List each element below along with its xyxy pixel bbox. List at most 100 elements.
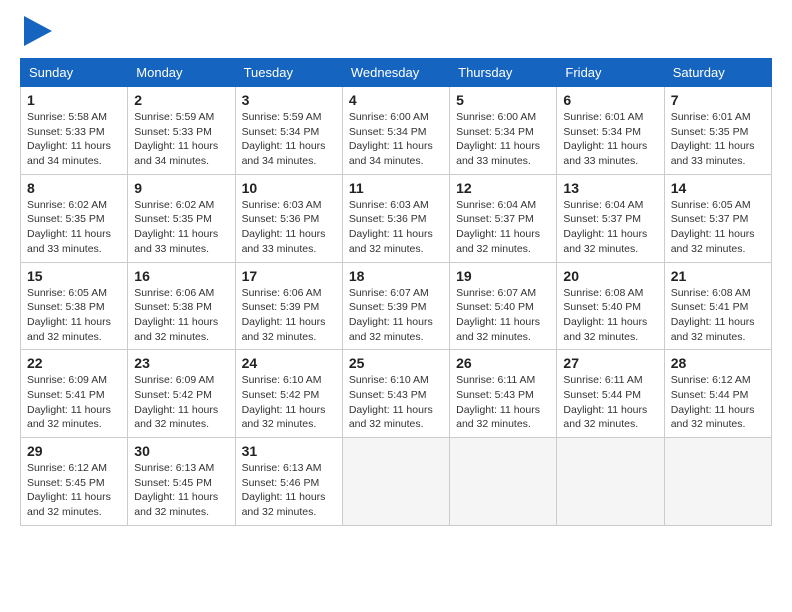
cell-content: Sunrise: 6:03 AMSunset: 5:36 PMDaylight:… <box>349 198 443 257</box>
day-number: 18 <box>349 268 443 284</box>
logo-arrow-icon <box>24 16 52 46</box>
day-number: 29 <box>27 443 121 459</box>
calendar-day-cell <box>450 438 557 526</box>
calendar-day-cell <box>557 438 664 526</box>
cell-content: Sunrise: 6:09 AMSunset: 5:41 PMDaylight:… <box>27 373 121 432</box>
cell-content: Sunrise: 6:07 AMSunset: 5:39 PMDaylight:… <box>349 286 443 345</box>
calendar-day-cell: 4 Sunrise: 6:00 AMSunset: 5:34 PMDayligh… <box>342 87 449 175</box>
calendar-day-cell: 11 Sunrise: 6:03 AMSunset: 5:36 PMDaylig… <box>342 174 449 262</box>
day-number: 6 <box>563 92 657 108</box>
cell-content: Sunrise: 6:00 AMSunset: 5:34 PMDaylight:… <box>456 110 550 169</box>
day-number: 22 <box>27 355 121 371</box>
cell-content: Sunrise: 6:05 AMSunset: 5:38 PMDaylight:… <box>27 286 121 345</box>
cell-content: Sunrise: 6:01 AMSunset: 5:35 PMDaylight:… <box>671 110 765 169</box>
calendar-day-cell: 13 Sunrise: 6:04 AMSunset: 5:37 PMDaylig… <box>557 174 664 262</box>
calendar-day-cell: 10 Sunrise: 6:03 AMSunset: 5:36 PMDaylig… <box>235 174 342 262</box>
cell-content: Sunrise: 6:10 AMSunset: 5:42 PMDaylight:… <box>242 373 336 432</box>
cell-content: Sunrise: 5:58 AMSunset: 5:33 PMDaylight:… <box>27 110 121 169</box>
cell-content: Sunrise: 6:13 AMSunset: 5:45 PMDaylight:… <box>134 461 228 520</box>
day-number: 21 <box>671 268 765 284</box>
cell-content: Sunrise: 6:08 AMSunset: 5:41 PMDaylight:… <box>671 286 765 345</box>
page-header <box>20 20 772 46</box>
calendar-week-row: 15 Sunrise: 6:05 AMSunset: 5:38 PMDaylig… <box>21 262 772 350</box>
weekday-header-cell: Thursday <box>450 59 557 87</box>
cell-content: Sunrise: 6:08 AMSunset: 5:40 PMDaylight:… <box>563 286 657 345</box>
logo <box>20 20 52 46</box>
calendar-day-cell: 26 Sunrise: 6:11 AMSunset: 5:43 PMDaylig… <box>450 350 557 438</box>
calendar-day-cell: 14 Sunrise: 6:05 AMSunset: 5:37 PMDaylig… <box>664 174 771 262</box>
calendar-day-cell <box>664 438 771 526</box>
calendar-day-cell: 5 Sunrise: 6:00 AMSunset: 5:34 PMDayligh… <box>450 87 557 175</box>
calendar-day-cell: 15 Sunrise: 6:05 AMSunset: 5:38 PMDaylig… <box>21 262 128 350</box>
calendar-day-cell: 18 Sunrise: 6:07 AMSunset: 5:39 PMDaylig… <box>342 262 449 350</box>
day-number: 4 <box>349 92 443 108</box>
cell-content: Sunrise: 6:05 AMSunset: 5:37 PMDaylight:… <box>671 198 765 257</box>
cell-content: Sunrise: 6:04 AMSunset: 5:37 PMDaylight:… <box>456 198 550 257</box>
cell-content: Sunrise: 6:12 AMSunset: 5:44 PMDaylight:… <box>671 373 765 432</box>
calendar-day-cell: 1 Sunrise: 5:58 AMSunset: 5:33 PMDayligh… <box>21 87 128 175</box>
calendar-day-cell: 17 Sunrise: 6:06 AMSunset: 5:39 PMDaylig… <box>235 262 342 350</box>
calendar-day-cell: 7 Sunrise: 6:01 AMSunset: 5:35 PMDayligh… <box>664 87 771 175</box>
calendar-day-cell: 24 Sunrise: 6:10 AMSunset: 5:42 PMDaylig… <box>235 350 342 438</box>
calendar-day-cell: 6 Sunrise: 6:01 AMSunset: 5:34 PMDayligh… <box>557 87 664 175</box>
cell-content: Sunrise: 6:00 AMSunset: 5:34 PMDaylight:… <box>349 110 443 169</box>
day-number: 27 <box>563 355 657 371</box>
calendar-week-row: 8 Sunrise: 6:02 AMSunset: 5:35 PMDayligh… <box>21 174 772 262</box>
calendar-week-row: 22 Sunrise: 6:09 AMSunset: 5:41 PMDaylig… <box>21 350 772 438</box>
calendar-week-row: 1 Sunrise: 5:58 AMSunset: 5:33 PMDayligh… <box>21 87 772 175</box>
day-number: 12 <box>456 180 550 196</box>
day-number: 7 <box>671 92 765 108</box>
day-number: 15 <box>27 268 121 284</box>
calendar-day-cell: 8 Sunrise: 6:02 AMSunset: 5:35 PMDayligh… <box>21 174 128 262</box>
calendar-day-cell: 31 Sunrise: 6:13 AMSunset: 5:46 PMDaylig… <box>235 438 342 526</box>
weekday-header-cell: Tuesday <box>235 59 342 87</box>
day-number: 25 <box>349 355 443 371</box>
day-number: 2 <box>134 92 228 108</box>
day-number: 23 <box>134 355 228 371</box>
calendar-day-cell: 23 Sunrise: 6:09 AMSunset: 5:42 PMDaylig… <box>128 350 235 438</box>
cell-content: Sunrise: 6:06 AMSunset: 5:39 PMDaylight:… <box>242 286 336 345</box>
calendar-day-cell: 12 Sunrise: 6:04 AMSunset: 5:37 PMDaylig… <box>450 174 557 262</box>
calendar-day-cell: 21 Sunrise: 6:08 AMSunset: 5:41 PMDaylig… <box>664 262 771 350</box>
cell-content: Sunrise: 6:01 AMSunset: 5:34 PMDaylight:… <box>563 110 657 169</box>
day-number: 24 <box>242 355 336 371</box>
day-number: 28 <box>671 355 765 371</box>
calendar-day-cell: 22 Sunrise: 6:09 AMSunset: 5:41 PMDaylig… <box>21 350 128 438</box>
weekday-header-row: SundayMondayTuesdayWednesdayThursdayFrid… <box>21 59 772 87</box>
day-number: 31 <box>242 443 336 459</box>
calendar-day-cell: 19 Sunrise: 6:07 AMSunset: 5:40 PMDaylig… <box>450 262 557 350</box>
cell-content: Sunrise: 6:03 AMSunset: 5:36 PMDaylight:… <box>242 198 336 257</box>
day-number: 8 <box>27 180 121 196</box>
calendar-body: 1 Sunrise: 5:58 AMSunset: 5:33 PMDayligh… <box>21 87 772 526</box>
cell-content: Sunrise: 6:10 AMSunset: 5:43 PMDaylight:… <box>349 373 443 432</box>
cell-content: Sunrise: 5:59 AMSunset: 5:33 PMDaylight:… <box>134 110 228 169</box>
cell-content: Sunrise: 5:59 AMSunset: 5:34 PMDaylight:… <box>242 110 336 169</box>
day-number: 9 <box>134 180 228 196</box>
cell-content: Sunrise: 6:09 AMSunset: 5:42 PMDaylight:… <box>134 373 228 432</box>
cell-content: Sunrise: 6:02 AMSunset: 5:35 PMDaylight:… <box>134 198 228 257</box>
day-number: 14 <box>671 180 765 196</box>
cell-content: Sunrise: 6:12 AMSunset: 5:45 PMDaylight:… <box>27 461 121 520</box>
day-number: 30 <box>134 443 228 459</box>
day-number: 16 <box>134 268 228 284</box>
calendar-day-cell: 9 Sunrise: 6:02 AMSunset: 5:35 PMDayligh… <box>128 174 235 262</box>
calendar-day-cell: 2 Sunrise: 5:59 AMSunset: 5:33 PMDayligh… <box>128 87 235 175</box>
cell-content: Sunrise: 6:04 AMSunset: 5:37 PMDaylight:… <box>563 198 657 257</box>
calendar-table: SundayMondayTuesdayWednesdayThursdayFrid… <box>20 58 772 526</box>
day-number: 13 <box>563 180 657 196</box>
day-number: 10 <box>242 180 336 196</box>
weekday-header-cell: Wednesday <box>342 59 449 87</box>
weekday-header-cell: Monday <box>128 59 235 87</box>
calendar-day-cell: 30 Sunrise: 6:13 AMSunset: 5:45 PMDaylig… <box>128 438 235 526</box>
cell-content: Sunrise: 6:07 AMSunset: 5:40 PMDaylight:… <box>456 286 550 345</box>
calendar-day-cell: 16 Sunrise: 6:06 AMSunset: 5:38 PMDaylig… <box>128 262 235 350</box>
calendar-day-cell: 20 Sunrise: 6:08 AMSunset: 5:40 PMDaylig… <box>557 262 664 350</box>
day-number: 11 <box>349 180 443 196</box>
day-number: 17 <box>242 268 336 284</box>
day-number: 26 <box>456 355 550 371</box>
day-number: 5 <box>456 92 550 108</box>
calendar-day-cell: 3 Sunrise: 5:59 AMSunset: 5:34 PMDayligh… <box>235 87 342 175</box>
weekday-header-cell: Friday <box>557 59 664 87</box>
calendar-day-cell: 27 Sunrise: 6:11 AMSunset: 5:44 PMDaylig… <box>557 350 664 438</box>
cell-content: Sunrise: 6:06 AMSunset: 5:38 PMDaylight:… <box>134 286 228 345</box>
